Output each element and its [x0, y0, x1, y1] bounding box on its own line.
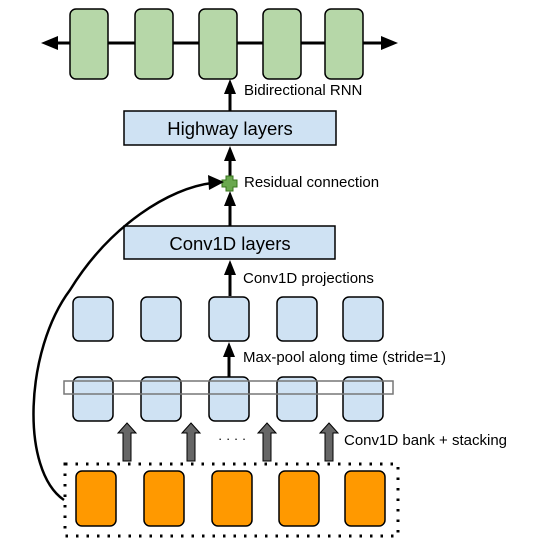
- bank-arrow-icon: [180, 422, 202, 462]
- arrowhead-icon: [224, 79, 236, 94]
- pool-cells: [72, 376, 384, 422]
- arrowhead-icon: [224, 146, 236, 161]
- rnn-cell: [324, 8, 364, 80]
- arrowhead-icon: [224, 260, 236, 275]
- conv1d-layers-label: Conv1D layers: [169, 233, 290, 254]
- label-conv1d-bank: Conv1D bank + stacking: [344, 432, 507, 449]
- pool-cell: [140, 376, 182, 422]
- arrowhead-icon: [224, 191, 236, 206]
- projection-cell: [342, 296, 384, 342]
- input-cell: [143, 470, 185, 527]
- residual-arrowhead-icon: [208, 175, 224, 190]
- projection-cell: [276, 296, 318, 342]
- rnn-right-arrowhead-icon: [381, 36, 398, 50]
- highway-layers-label: Highway layers: [167, 118, 292, 139]
- label-residual-connection: Residual connection: [244, 174, 379, 191]
- projection-cell: [72, 296, 114, 342]
- bank-arrow-icon: [318, 422, 340, 462]
- pool-cell: [342, 376, 384, 422]
- input-cell: [278, 470, 320, 527]
- label-bidirectional-rnn: Bidirectional RNN: [244, 82, 362, 99]
- rnn-left-arrowhead-icon: [41, 36, 58, 50]
- rnn-cell: [198, 8, 238, 80]
- projection-cell: [208, 296, 250, 342]
- input-cell: [75, 470, 117, 527]
- input-cells: [75, 470, 386, 527]
- pool-cell: [208, 376, 250, 422]
- pool-cell: [276, 376, 318, 422]
- cbhg-diagram: Bidirectional RNN Highway layers Residua…: [32, 8, 507, 538]
- label-maxpool: Max-pool along time (stride=1): [243, 349, 446, 366]
- label-conv1d-projections: Conv1D projections: [243, 270, 374, 287]
- rnn-cell: [262, 8, 302, 80]
- arrowhead-icon: [223, 342, 235, 357]
- rnn-cell: [69, 8, 109, 80]
- residual-plus-icon: [221, 175, 238, 192]
- projection-cell: [140, 296, 182, 342]
- bank-arrow-icon: [116, 422, 138, 462]
- input-cell: [211, 470, 253, 527]
- projection-cells: [72, 296, 384, 342]
- input-cell: [344, 470, 386, 527]
- rnn-cell: [134, 8, 174, 80]
- bank-arrow-icon: [256, 422, 278, 462]
- pool-cell: [72, 376, 114, 422]
- bank-ellipsis: · · · ·: [218, 431, 246, 446]
